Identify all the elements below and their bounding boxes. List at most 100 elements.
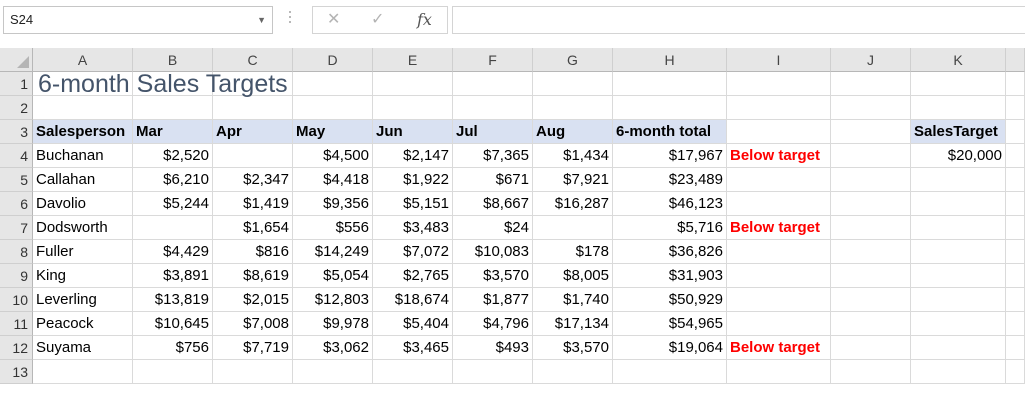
cell[interactable] [831, 312, 911, 336]
column-header-f[interactable]: F [453, 48, 533, 72]
month-value-cell[interactable]: $1,877 [453, 288, 533, 312]
header-cell[interactable]: Apr [213, 120, 293, 144]
total-cell[interactable]: $50,929 [613, 288, 727, 312]
cell[interactable] [1006, 336, 1025, 360]
month-value-cell[interactable]: $1,434 [533, 144, 613, 168]
cell[interactable] [911, 216, 1006, 240]
cell[interactable] [293, 360, 373, 384]
cell[interactable] [1006, 264, 1025, 288]
cell[interactable] [133, 96, 213, 120]
month-value-cell[interactable]: $6,210 [133, 168, 213, 192]
row-header-6[interactable]: 6 [0, 192, 33, 216]
cell[interactable] [33, 96, 133, 120]
column-header-k[interactable]: K [911, 48, 1006, 72]
month-value-cell[interactable]: $556 [293, 216, 373, 240]
cell[interactable] [831, 96, 911, 120]
cell[interactable] [1006, 240, 1025, 264]
total-cell[interactable]: $54,965 [613, 312, 727, 336]
cell[interactable] [727, 312, 831, 336]
row-header-7[interactable]: 7 [0, 216, 33, 240]
column-header-b[interactable]: B [133, 48, 213, 72]
cell[interactable] [133, 360, 213, 384]
salesperson-cell[interactable]: Peacock [33, 312, 133, 336]
row-header-2[interactable]: 2 [0, 96, 33, 120]
cell[interactable] [911, 360, 1006, 384]
cell[interactable] [727, 120, 831, 144]
month-value-cell[interactable]: $5,151 [373, 192, 453, 216]
month-value-cell[interactable]: $7,072 [373, 240, 453, 264]
total-cell[interactable]: $19,064 [613, 336, 727, 360]
row-header-11[interactable]: 11 [0, 312, 33, 336]
cell[interactable] [1006, 96, 1025, 120]
column-header-d[interactable]: D [293, 48, 373, 72]
cell[interactable] [911, 336, 1006, 360]
status-flag[interactable]: Below target [727, 144, 831, 168]
cell[interactable] [831, 192, 911, 216]
header-cell[interactable]: Salesperson [33, 120, 133, 144]
month-value-cell[interactable]: $4,429 [133, 240, 213, 264]
cell[interactable] [831, 168, 911, 192]
row-header-9[interactable]: 9 [0, 264, 33, 288]
month-value-cell[interactable]: $7,921 [533, 168, 613, 192]
salesperson-cell[interactable]: Buchanan [33, 144, 133, 168]
month-value-cell[interactable] [133, 216, 213, 240]
column-header-e[interactable]: E [373, 48, 453, 72]
sales-target-value[interactable]: $20,000 [911, 144, 1006, 168]
total-cell[interactable]: $5,716 [613, 216, 727, 240]
month-value-cell[interactable]: $3,891 [133, 264, 213, 288]
month-value-cell[interactable]: $8,005 [533, 264, 613, 288]
cell[interactable] [911, 72, 1006, 96]
row-header-1[interactable]: 1 [0, 72, 33, 96]
total-cell[interactable]: $46,123 [613, 192, 727, 216]
insert-function-icon[interactable]: fx [417, 10, 432, 30]
cell[interactable] [727, 288, 831, 312]
cell[interactable] [831, 120, 911, 144]
cell[interactable] [911, 288, 1006, 312]
month-value-cell[interactable]: $4,796 [453, 312, 533, 336]
cell[interactable] [613, 360, 727, 384]
cell[interactable] [293, 96, 373, 120]
cell[interactable] [213, 96, 293, 120]
month-value-cell[interactable]: $14,249 [293, 240, 373, 264]
cell[interactable] [911, 264, 1006, 288]
cell[interactable] [911, 96, 1006, 120]
month-value-cell[interactable]: $5,054 [293, 264, 373, 288]
month-value-cell[interactable]: $4,500 [293, 144, 373, 168]
enter-icon[interactable]: ✓ [371, 10, 384, 30]
cell[interactable] [373, 360, 453, 384]
cell[interactable] [373, 96, 453, 120]
row-header-3[interactable]: 3 [0, 120, 33, 144]
sheet-title[interactable]: 6-month Sales Targets [33, 72, 727, 97]
cell[interactable] [1006, 72, 1025, 96]
salesperson-cell[interactable]: Davolio [33, 192, 133, 216]
row-header-8[interactable]: 8 [0, 240, 33, 264]
sales-target-header[interactable]: SalesTarget [911, 120, 1006, 144]
month-value-cell[interactable] [533, 216, 613, 240]
column-header-c[interactable]: C [213, 48, 293, 72]
month-value-cell[interactable]: $18,674 [373, 288, 453, 312]
cell[interactable] [613, 96, 727, 120]
salesperson-cell[interactable]: Fuller [33, 240, 133, 264]
header-cell[interactable]: May [293, 120, 373, 144]
month-value-cell[interactable]: $5,244 [133, 192, 213, 216]
salesperson-cell[interactable]: King [33, 264, 133, 288]
cell[interactable] [1006, 288, 1025, 312]
status-flag[interactable]: Below target [727, 336, 831, 360]
cell[interactable] [727, 72, 831, 96]
cell[interactable] [1006, 168, 1025, 192]
month-value-cell[interactable]: $1,654 [213, 216, 293, 240]
month-value-cell[interactable]: $10,083 [453, 240, 533, 264]
salesperson-cell[interactable]: Suyama [33, 336, 133, 360]
month-value-cell[interactable]: $3,570 [453, 264, 533, 288]
month-value-cell[interactable]: $1,922 [373, 168, 453, 192]
salesperson-cell[interactable]: Callahan [33, 168, 133, 192]
column-header-next[interactable] [1006, 48, 1025, 72]
month-value-cell[interactable]: $2,520 [133, 144, 213, 168]
row-header-4[interactable]: 4 [0, 144, 33, 168]
cell[interactable] [1006, 120, 1025, 144]
cell[interactable] [727, 264, 831, 288]
select-all-corner[interactable] [0, 48, 33, 72]
month-value-cell[interactable]: $2,015 [213, 288, 293, 312]
month-value-cell[interactable]: $756 [133, 336, 213, 360]
header-cell[interactable]: 6-month total [613, 120, 727, 144]
